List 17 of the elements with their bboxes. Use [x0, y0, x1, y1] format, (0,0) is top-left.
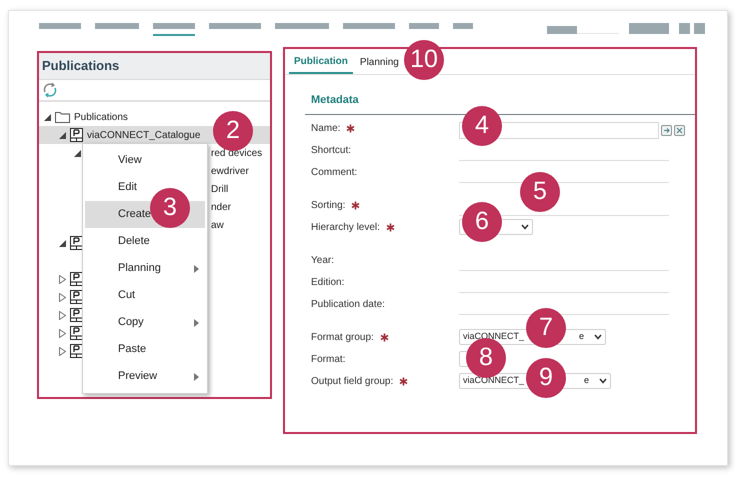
field-label: Year:	[311, 254, 334, 268]
field-label: Format:	[311, 352, 346, 366]
field-label: Sorting:	[311, 198, 346, 212]
section-title: Metadata	[311, 94, 359, 106]
field-label: Hierarchy level:	[311, 220, 380, 234]
field-label: Publication date:	[311, 298, 385, 312]
field-label: Format group:	[311, 330, 374, 344]
panel-title: Publications	[39, 53, 270, 80]
tree-label: ewdriver	[211, 164, 249, 178]
field-label: Shortcut:	[311, 144, 352, 158]
tree-label: viaCONNECT_Catalogue	[87, 128, 200, 142]
field-label: Comment:	[311, 166, 358, 180]
field-label: Output field group:	[311, 374, 394, 388]
tree-label: Publications	[74, 110, 128, 124]
field-label: Edition:	[311, 276, 344, 290]
tree-label: aw	[211, 218, 224, 232]
field-label: Name:	[311, 122, 340, 136]
